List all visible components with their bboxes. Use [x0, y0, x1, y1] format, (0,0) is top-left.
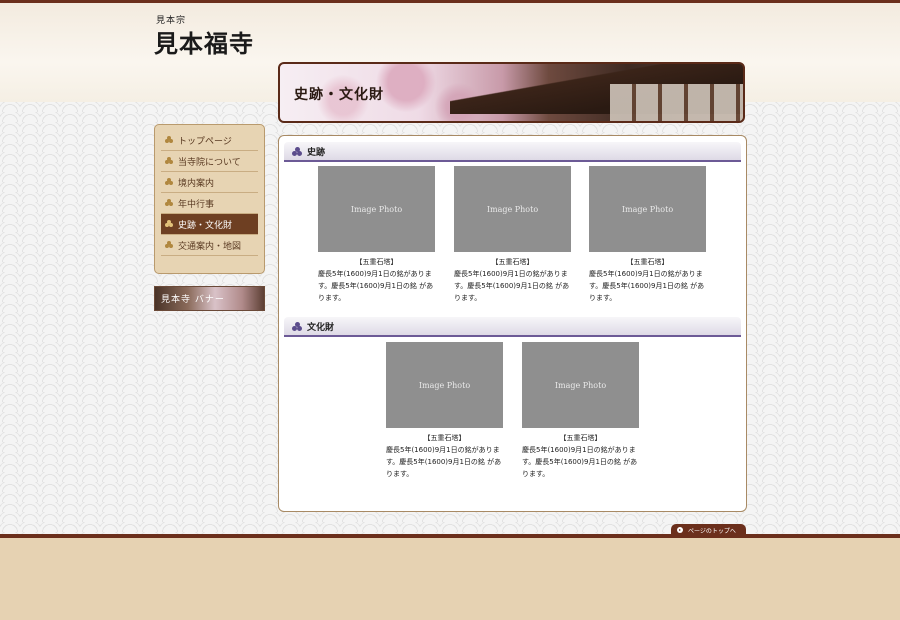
sidebar-item-label: 史跡・文化財 — [178, 220, 233, 231]
page-top-button[interactable]: ページのトップへ — [671, 524, 746, 536]
card-title: 【五重石塔】 — [355, 258, 398, 266]
card-title: 【五重石塔】 — [423, 434, 466, 442]
list-item: Image Photo 【五重石塔】 慶長5年(1600)9月1日の銘がありま … — [454, 166, 576, 304]
sidebar-item-label: 年中行事 — [178, 199, 215, 210]
list-item: Image Photo 【五重石塔】 慶長5年(1600)9月1日の銘がありま … — [318, 166, 440, 304]
site-logo-title[interactable]: 見本福寺 — [154, 24, 254, 59]
crest-icon — [165, 241, 173, 249]
page-top-label: ページのトップへ — [688, 527, 736, 535]
list-item: Image Photo 【五重石塔】 慶長5年(1600)9月1日の銘がありま … — [589, 166, 711, 304]
footer-band — [0, 538, 900, 620]
sidebar-item-access[interactable]: 交通案内・地図 — [161, 235, 258, 256]
page-title: 史跡・文化財 — [294, 87, 384, 103]
crest-icon — [292, 321, 302, 331]
sidebar-item-grounds[interactable]: 境内案内 — [161, 172, 258, 193]
card-text: 慶長5年(1600)9月1日の銘がありま す。慶長5年(1600)9月1日の銘 … — [318, 270, 434, 302]
sidebar-item-about[interactable]: 当寺院について — [161, 151, 258, 172]
temple-wall-image — [610, 84, 743, 121]
card-photo: Image Photo — [386, 342, 503, 428]
card-photo: Image Photo — [589, 166, 706, 252]
card-photo: Image Photo — [454, 166, 571, 252]
list-item: Image Photo 【五重石塔】 慶長5年(1600)9月1日の銘がありま … — [522, 342, 644, 480]
sidebar-item-label: 境内案内 — [178, 178, 215, 189]
crest-icon — [165, 136, 173, 144]
section-header-cultural-properties: 文化財 — [284, 317, 741, 337]
sidebar-item-label: 当寺院について — [178, 157, 241, 168]
sidebar-item-label: トップページ — [178, 136, 232, 147]
hero-banner: 史跡・文化財 — [278, 62, 745, 123]
section-heading: 史跡 — [307, 147, 326, 158]
sidebar-item-events[interactable]: 年中行事 — [161, 193, 258, 214]
crest-icon — [165, 220, 173, 228]
card-title: 【五重石塔】 — [559, 434, 602, 442]
crest-icon — [292, 146, 302, 156]
side-banner[interactable]: 見本寺 バナー — [154, 286, 265, 311]
sidebar-nav: トップページ 当寺院について 境内案内 年中行事 史跡・文化財 交通案内・地図 — [154, 124, 265, 274]
card-photo: Image Photo — [318, 166, 435, 252]
arrow-right-icon — [677, 527, 683, 533]
content-panel: 史跡 Image Photo 【五重石塔】 慶長5年(1600)9月1日の銘があ… — [278, 135, 747, 512]
crest-icon — [165, 157, 173, 165]
crest-icon — [165, 199, 173, 207]
photo-label: Image Photo — [418, 380, 471, 390]
photo-label: Image Photo — [486, 204, 539, 214]
card-text: 慶長5年(1600)9月1日の銘がありま す。慶長5年(1600)9月1日の銘 … — [522, 446, 638, 478]
sidebar-item-top[interactable]: トップページ — [161, 130, 258, 151]
photo-label: Image Photo — [621, 204, 674, 214]
photo-label: Image Photo — [554, 380, 607, 390]
section-heading: 文化財 — [307, 322, 335, 333]
sidebar-item-label: 交通案内・地図 — [178, 241, 242, 252]
card-text: 慶長5年(1600)9月1日の銘がありま す。慶長5年(1600)9月1日の銘 … — [386, 446, 502, 478]
list-item: Image Photo 【五重石塔】 慶長5年(1600)9月1日の銘がありま … — [386, 342, 508, 480]
card-title: 【五重石塔】 — [626, 258, 669, 266]
sidebar-item-heritage[interactable]: 史跡・文化財 — [161, 214, 258, 235]
card-photo: Image Photo — [522, 342, 639, 428]
section-header-historic-sites: 史跡 — [284, 142, 741, 162]
card-text: 慶長5年(1600)9月1日の銘がありま す。慶長5年(1600)9月1日の銘 … — [454, 270, 570, 302]
crest-icon — [165, 178, 173, 186]
card-title: 【五重石塔】 — [491, 258, 534, 266]
photo-label: Image Photo — [350, 204, 403, 214]
card-text: 慶長5年(1600)9月1日の銘がありま す。慶長5年(1600)9月1日の銘 … — [589, 270, 705, 302]
